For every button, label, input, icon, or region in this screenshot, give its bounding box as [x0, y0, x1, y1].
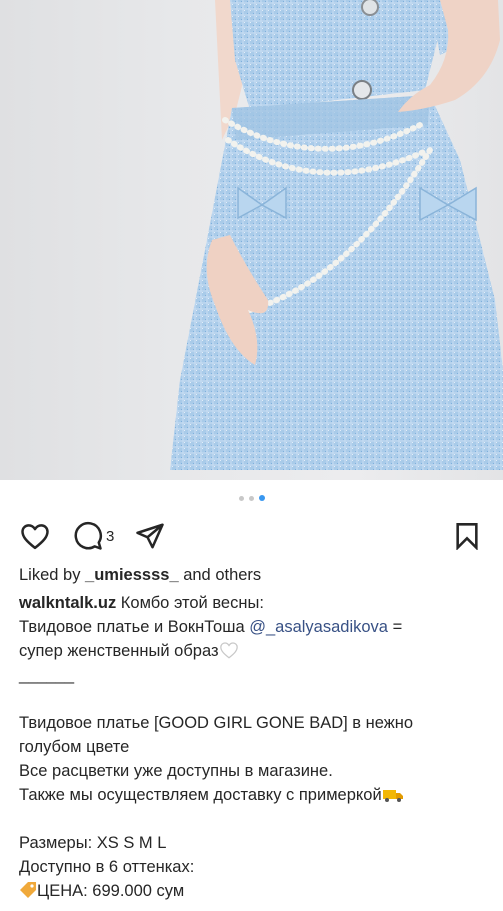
caption-line-7: Также мы осуществляем доставку с примерк…: [19, 783, 489, 807]
comment-count: 3: [106, 527, 115, 545]
caption-line-6: Все расцветки уже доступны в магазине.: [19, 762, 333, 780]
price-tag-icon: [19, 881, 37, 906]
caption-text: =: [387, 618, 403, 636]
likes-user-link[interactable]: _umiessss_: [85, 566, 179, 584]
share-button[interactable]: [135, 518, 165, 554]
post-actions: 3: [0, 518, 503, 558]
caption-line-9: Доступно в 6 оттенках:: [19, 858, 195, 876]
mention-link[interactable]: @_asalyasadikova: [249, 618, 388, 636]
caption-line-5: голубом цвете: [19, 738, 130, 756]
caption-username-link[interactable]: walkntalk.uz: [19, 594, 116, 612]
white-heart-icon: [219, 641, 239, 666]
likes-prefix: Liked by: [19, 566, 86, 584]
post-image[interactable]: [0, 0, 503, 480]
caption-text: Также мы осуществляем доставку с примерк…: [19, 786, 382, 804]
post-caption: Liked by _umiessss_ and others walkntalk…: [19, 563, 489, 903]
caption-text: Комбо этой весны:: [116, 594, 264, 612]
carousel-dot-active[interactable]: [258, 495, 265, 501]
send-icon: [136, 523, 164, 549]
likes-suffix: and others: [178, 566, 262, 584]
caption-line-3: супер женственный образ: [19, 639, 489, 663]
carousel-dot[interactable]: [238, 496, 244, 501]
caption-text: ЦЕНА: 699.000 сум: [37, 882, 185, 900]
delivery-truck-icon: [382, 786, 404, 810]
caption-line-1: walkntalk.uz Комбо этой весны:: [19, 591, 489, 615]
carousel-indicator: [0, 495, 503, 503]
carousel-dot[interactable]: [248, 496, 254, 501]
caption-line-8: Размеры: XS S M L: [19, 834, 167, 852]
caption-line-2: Твидовое платье и ВокнТоша @_asalyasadik…: [19, 615, 489, 639]
likes-line: Liked by _umiessss_ and others: [19, 563, 489, 587]
heart-icon: [21, 524, 49, 550]
comment-button[interactable]: 3: [73, 518, 114, 554]
save-button[interactable]: [454, 518, 480, 554]
caption-line-4: Твидовое платье [GOOD GIRL GONE BAD] в н…: [19, 714, 414, 732]
like-button[interactable]: [20, 518, 50, 554]
caption-text: супер женственный образ: [19, 642, 219, 660]
dress-photo: [170, 0, 503, 470]
bookmark-icon: [456, 523, 478, 550]
caption-line-10: ЦЕНА: 699.000 сум: [19, 879, 489, 903]
caption-text: Твидовое платье и ВокнТоша: [19, 618, 250, 636]
comment-icon: [74, 521, 102, 550]
caption-divider: ______: [19, 666, 75, 684]
